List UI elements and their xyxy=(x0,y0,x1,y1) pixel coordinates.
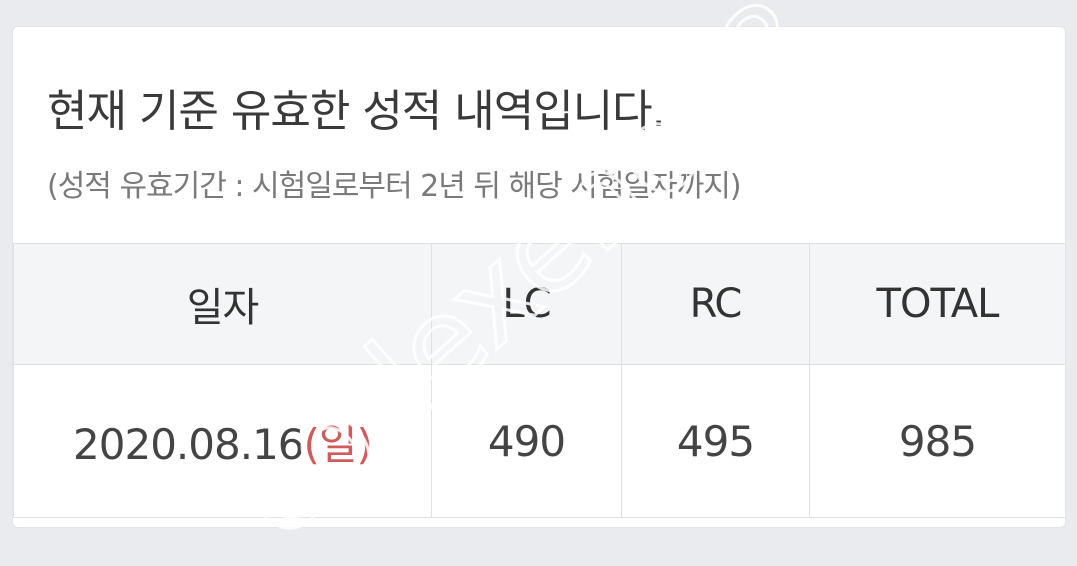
column-header-date: 일자 xyxy=(13,243,432,365)
rc-score-cell: 495 xyxy=(621,364,810,518)
total-score-cell: 985 xyxy=(809,364,1065,518)
test-date: 2020.08.16 xyxy=(73,419,304,469)
score-table: 일자 LC RC TOTAL 2020.08.16(일) 490 495 985 xyxy=(13,243,1065,518)
column-header-total: TOTAL xyxy=(809,243,1065,365)
column-header-rc: RC xyxy=(621,243,810,365)
validity-note: (성적 유효기간 : 시험일로부터 2년 뒤 해당 시험일자까지) xyxy=(47,169,742,204)
table-row: 2020.08.16(일) 490 495 985 xyxy=(13,364,1065,518)
score-card: 현재 기준 유효한 성적 내역입니다. (성적 유효기간 : 시험일로부터 2년… xyxy=(12,26,1066,528)
test-weekday: (일) xyxy=(303,419,373,469)
date-cell: 2020.08.16(일) xyxy=(13,364,432,518)
lc-score-cell: 490 xyxy=(431,364,622,518)
column-header-lc: LC xyxy=(431,243,622,365)
table-header-row: 일자 LC RC TOTAL xyxy=(13,243,1065,365)
page-title: 현재 기준 유효한 성적 내역입니다. xyxy=(47,86,666,137)
